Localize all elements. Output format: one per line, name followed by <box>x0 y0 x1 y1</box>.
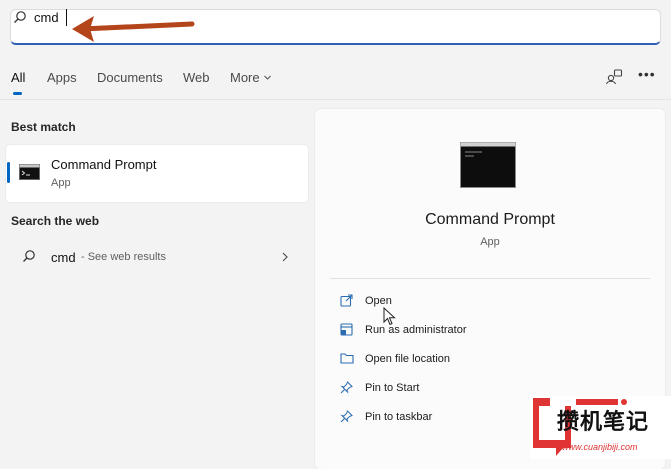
action-open[interactable]: Open <box>365 295 392 307</box>
folder-icon <box>340 353 354 364</box>
chevron-down-icon[interactable] <box>263 73 272 82</box>
tab-more[interactable]: More <box>230 70 260 85</box>
tab-all[interactable]: All <box>11 70 25 85</box>
more-options-icon[interactable]: ••• <box>638 66 656 82</box>
open-external-icon <box>340 294 353 307</box>
best-match-name: Command Prompt <box>51 157 157 172</box>
details-divider <box>330 278 650 279</box>
web-search-hint[interactable]: - See web results <box>81 251 166 263</box>
best-match-result[interactable] <box>6 145 308 202</box>
action-pin-to-taskbar[interactable]: Pin to taskbar <box>365 411 432 423</box>
tab-documents[interactable]: Documents <box>97 70 163 85</box>
tab-web[interactable]: Web <box>183 70 210 85</box>
action-run-as-administrator[interactable]: Run as administrator <box>365 324 467 336</box>
selection-indicator <box>7 162 10 183</box>
search-web-heading: Search the web <box>11 214 100 228</box>
search-input[interactable]: cmd <box>34 10 59 25</box>
watermark-url: www.cuanjibiji.com <box>562 442 638 452</box>
watermark-text: 攒机笔记 <box>557 409 650 434</box>
tab-selected-indicator <box>13 92 22 95</box>
details-type: App <box>480 236 500 248</box>
annotation-arrow <box>72 16 195 42</box>
web-search-query[interactable]: cmd <box>51 250 76 265</box>
pin-icon <box>340 381 353 394</box>
account-switch-icon[interactable] <box>605 68 623 86</box>
details-title: Command Prompt <box>425 211 555 228</box>
command-prompt-icon <box>460 142 516 188</box>
mouse-cursor-icon <box>383 307 396 326</box>
header-divider <box>0 99 671 100</box>
pin-icon <box>340 410 353 423</box>
action-pin-to-start[interactable]: Pin to Start <box>365 382 419 394</box>
text-caret <box>66 9 67 26</box>
action-open-file-location[interactable]: Open file location <box>365 353 450 365</box>
chevron-right-icon[interactable] <box>281 251 289 263</box>
admin-shield-icon <box>340 323 353 336</box>
search-icon <box>23 250 35 262</box>
best-match-heading: Best match <box>11 120 76 134</box>
search-icon <box>14 11 26 23</box>
tab-apps[interactable]: Apps <box>47 70 77 85</box>
best-match-type: App <box>51 177 71 189</box>
command-prompt-icon <box>19 164 40 180</box>
